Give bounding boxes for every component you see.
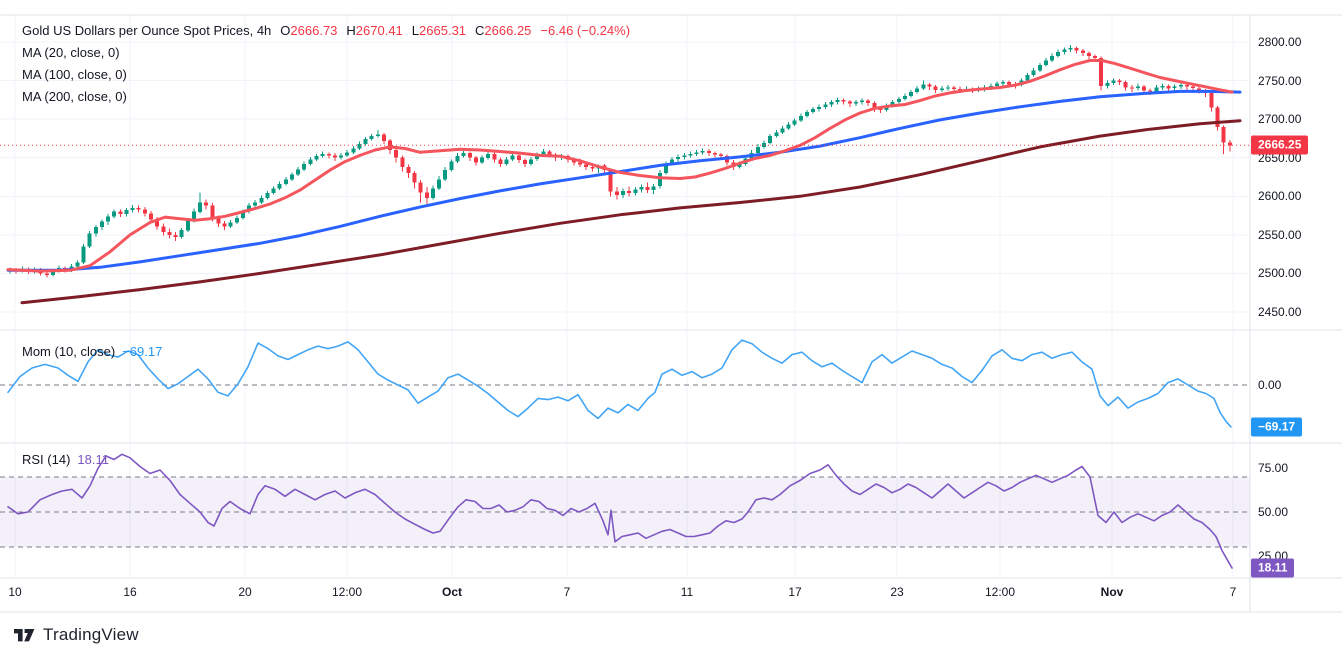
time-axis-label: 20: [238, 585, 251, 599]
time-axis-label: 16: [123, 585, 136, 599]
momentum-label: Mom (10, close): [22, 344, 115, 359]
price-axis-label: 2600.00: [1258, 189, 1301, 203]
symbol-legend[interactable]: Gold US Dollars per Ounce Spot Prices, 4…: [22, 23, 630, 38]
price-axis-label: 2750.00: [1258, 74, 1301, 88]
momentum-value-badge: −69.17: [1251, 418, 1302, 437]
high-label: H: [346, 23, 355, 38]
time-axis-label: 12:00: [332, 585, 362, 599]
rsi-legend[interactable]: RSI (14) 18.11: [22, 452, 109, 467]
change-value: −6.46 (−0.24%): [540, 23, 630, 38]
price-axis-label: 2700.00: [1258, 112, 1301, 126]
tradingview-brand[interactable]: TradingView: [43, 625, 139, 645]
rsi-value-badge: 18.11: [1251, 558, 1294, 577]
time-axis-label: 7: [1230, 585, 1237, 599]
low-label: L: [412, 23, 419, 38]
ma-100-legend[interactable]: MA (100, close, 0): [22, 67, 630, 82]
time-axis-label: 12:00: [985, 585, 1015, 599]
close-value: 2666.25: [484, 23, 531, 38]
time-axis-label: Oct: [442, 585, 462, 599]
time-axis-label: 11: [681, 585, 693, 599]
momentum-value: −69.17: [122, 344, 162, 359]
tradingview-chart: Gold US Dollars per Ounce Spot Prices, 4…: [0, 0, 1342, 659]
price-axis-label: 2500.00: [1258, 266, 1301, 280]
momentum-pane[interactable]: [0, 331, 1250, 443]
time-axis-label: 7: [564, 585, 571, 599]
time-axis-label: 10: [8, 585, 21, 599]
open-value: 2666.73: [290, 23, 337, 38]
close-label: C: [475, 23, 484, 38]
high-value: 2670.41: [356, 23, 403, 38]
price-axis-label: 2550.00: [1258, 228, 1301, 242]
momentum-axis-label: 0.00: [1258, 378, 1281, 392]
open-label: O: [280, 23, 290, 38]
time-axis-label: 17: [788, 585, 801, 599]
time-axis-label: Nov: [1101, 585, 1124, 599]
tradingview-logo-icon[interactable]: [14, 626, 35, 644]
rsi-value: 18.11: [77, 452, 109, 467]
symbol-title: Gold US Dollars per Ounce Spot Prices, 4…: [22, 23, 271, 38]
low-value: 2665.31: [419, 23, 466, 38]
footer: TradingView: [14, 625, 139, 645]
price-axis-label: 2800.00: [1258, 35, 1301, 49]
momentum-legend[interactable]: Mom (10, close) −69.17: [22, 344, 162, 359]
rsi-label: RSI (14): [22, 452, 70, 467]
rsi-axis-label: 50.00: [1258, 505, 1288, 519]
time-axis[interactable]: [0, 578, 1250, 612]
rsi-axis-label: 75.00: [1258, 461, 1288, 475]
last-price-badge: 2666.25: [1251, 136, 1308, 155]
time-axis-label: 23: [890, 585, 903, 599]
chart-legend: Gold US Dollars per Ounce Spot Prices, 4…: [22, 23, 630, 111]
ma-200-legend[interactable]: MA (200, close, 0): [22, 89, 630, 104]
price-axis-label: 2450.00: [1258, 305, 1301, 319]
ma-20-legend[interactable]: MA (20, close, 0): [22, 45, 630, 60]
rsi-pane[interactable]: [0, 444, 1250, 578]
